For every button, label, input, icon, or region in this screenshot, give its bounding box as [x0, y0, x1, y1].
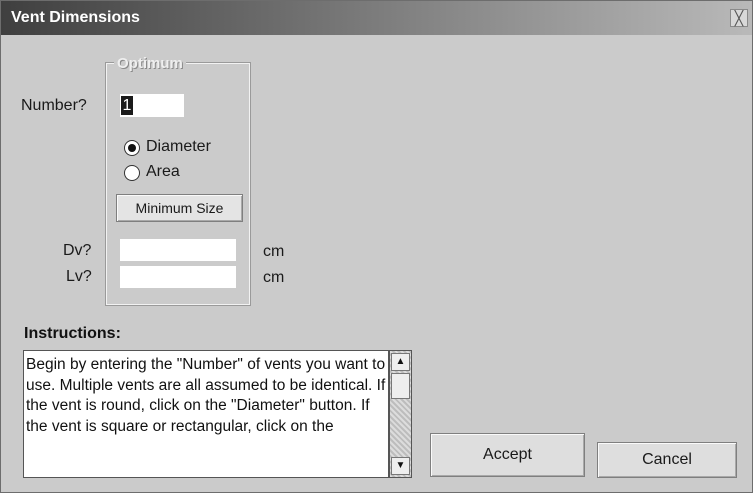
- lv-input[interactable]: [120, 266, 236, 288]
- scrollbar-thumb[interactable]: [391, 373, 410, 399]
- lv-unit: cm: [263, 269, 285, 286]
- accept-button[interactable]: Accept: [430, 433, 585, 477]
- optimum-group-title: Optimum: [114, 55, 186, 72]
- lv-label: Lv?: [66, 268, 92, 285]
- area-radio[interactable]: [124, 165, 140, 181]
- arrow-up-icon[interactable]: ▲: [391, 353, 410, 371]
- instructions-title: Instructions:: [24, 325, 121, 342]
- dialog-title: Vent Dimensions: [11, 9, 140, 26]
- title-bar[interactable]: Vent Dimensions ╳: [1, 1, 752, 35]
- area-radio-label[interactable]: Area: [146, 163, 180, 181]
- radio-selected-dot: [128, 144, 136, 152]
- arrow-down-icon[interactable]: ▼: [391, 457, 410, 475]
- diameter-radio-label[interactable]: Diameter: [146, 138, 211, 156]
- dv-label: Dv?: [63, 242, 92, 259]
- minimum-size-button[interactable]: Minimum Size: [116, 194, 243, 222]
- cancel-button[interactable]: Cancel: [597, 442, 737, 478]
- instructions-text: Begin by entering the "Number" of vents …: [26, 356, 386, 435]
- number-label: Number?: [21, 97, 87, 114]
- dv-input[interactable]: [120, 239, 236, 261]
- instructions-scrollbar[interactable]: ▲ ▼: [389, 350, 412, 478]
- dv-unit: cm: [263, 243, 285, 260]
- vent-dimensions-dialog: Vent Dimensions ╳ Number? 1 Optimum Diam…: [0, 0, 753, 493]
- diameter-radio[interactable]: [124, 140, 140, 156]
- instructions-textarea[interactable]: Begin by entering the "Number" of vents …: [23, 350, 389, 478]
- close-icon[interactable]: ╳: [730, 9, 748, 27]
